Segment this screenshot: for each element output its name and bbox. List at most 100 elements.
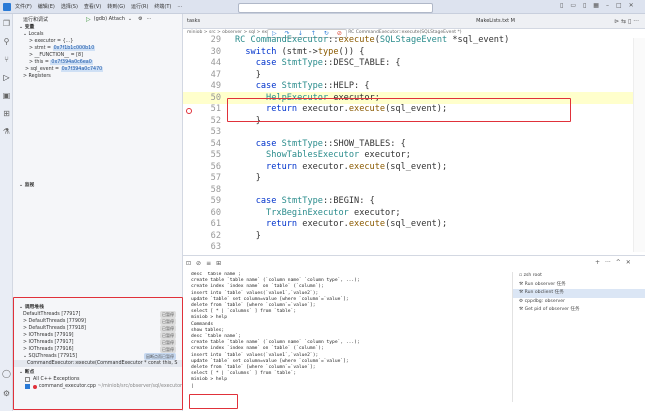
- layout-panel-icon[interactable]: ▭: [570, 2, 576, 9]
- var-value: 0x7f394a0c7470: [60, 67, 104, 72]
- locals-node[interactable]: ⌄ Locals: [13, 31, 182, 38]
- code-text: }: [235, 69, 261, 80]
- editor-tabs: tasks MakeLists.txt M ⊳ ⇆ ▯ ···: [183, 14, 645, 29]
- code-text: TrxBeginExecutor executor;: [266, 207, 401, 218]
- run-debug-icon[interactable]: ▷: [0, 68, 13, 86]
- more-icon[interactable]: ···: [605, 259, 611, 266]
- callstack-highlight-box: [13, 297, 183, 410]
- chevron-down-icon[interactable]: ⌄: [128, 16, 132, 22]
- code-text: return executor.execute(sql_event);: [266, 219, 448, 229]
- new-terminal-icon[interactable]: +: [595, 259, 600, 266]
- registers-label: Registers: [28, 74, 51, 79]
- tab-tasks[interactable]: tasks: [183, 18, 200, 24]
- editor-actions-icon[interactable]: ⊳ ⇆ ▯ ···: [614, 18, 639, 25]
- terminal-item[interactable]: ⚙ cppdbg: observer: [513, 298, 645, 307]
- terminal-item-label: cppdbg: observer: [524, 298, 565, 304]
- var-name: executor: [34, 39, 56, 44]
- sidebar-title: 运行和调试: [23, 16, 49, 23]
- line-number[interactable]: 63: [183, 241, 235, 254]
- code-text: case StmtType::HELP: {: [255, 81, 370, 91]
- account-icon[interactable]: ◯: [0, 364, 13, 382]
- minimize-icon[interactable]: –: [606, 2, 609, 9]
- var-name: this: [34, 60, 44, 65]
- var-value: 0x7f1b1c000b10: [52, 46, 96, 51]
- variables-section-header[interactable]: ⌄ 变量: [13, 24, 182, 31]
- terminal-item[interactable]: ▫ zsh root: [513, 272, 645, 281]
- filter-icon[interactable]: ≡: [206, 260, 211, 267]
- code-text: }: [235, 230, 261, 241]
- clear-icon[interactable]: ⊘: [196, 260, 201, 267]
- var-value: {...}: [62, 39, 74, 44]
- watch-title: 监视: [24, 183, 35, 188]
- command-input[interactable]: [238, 3, 433, 13]
- variables-title: 变量: [24, 25, 35, 30]
- split-icon[interactable]: ⊞: [216, 260, 221, 267]
- terminal-list: ▫ zsh root ⚒ Run observer 任务 ⚒ Run obcli…: [512, 272, 645, 402]
- panel-actions: + ··· ^ ✕: [595, 259, 631, 266]
- var-row[interactable]: > stmt = 0x7f1b1c000b10: [13, 45, 182, 52]
- sidebar-header: 运行和调试 ▷ (gdb) Attach ⌄ ⚙ ···: [13, 14, 182, 24]
- var-name: __FUNCTION__: [34, 53, 70, 58]
- menu-run[interactable]: 运行(R): [131, 3, 148, 10]
- debug-config-select[interactable]: (gdb) Attach: [94, 16, 125, 22]
- code-text: return executor.execute(sql_event);: [266, 161, 448, 172]
- code-highlight-box: [227, 98, 571, 122]
- terminal-item[interactable]: ⚒ Run observer 任务: [513, 281, 645, 290]
- code-text: case StmtType::SHOW_TABLES: {: [255, 138, 406, 149]
- config-gear-icon[interactable]: ⚙: [138, 16, 142, 22]
- testing-icon[interactable]: ⚗: [0, 122, 13, 140]
- terminal-item-label: Run obclient 任务: [524, 290, 564, 295]
- minimap[interactable]: [633, 38, 645, 252]
- close-icon[interactable]: ✕: [629, 2, 634, 9]
- var-value: [8]: [76, 53, 83, 58]
- terminal-highlight-box: [189, 394, 238, 409]
- window-controls: ▯ ▭ ▯ ▦ – □ ✕: [560, 2, 634, 9]
- close-panel-icon[interactable]: ✕: [626, 259, 631, 266]
- terminal-item[interactable]: ⚒ Get pid of observer 任务: [513, 306, 645, 315]
- menu-go[interactable]: 转到(G): [107, 3, 125, 10]
- menu-view[interactable]: 查看(V): [84, 3, 101, 10]
- code-text: switch (stmt->type()) {: [245, 46, 365, 57]
- terminal-item[interactable]: ⚒ Run obclient 任务: [513, 289, 645, 298]
- maximize-icon[interactable]: □: [616, 2, 622, 9]
- watch-section-header[interactable]: ⌄ 监视: [19, 182, 34, 189]
- menu-more[interactable]: ···: [177, 4, 182, 10]
- menu-selection[interactable]: 选择(S): [61, 3, 78, 10]
- layout-customize-icon[interactable]: ▦: [593, 2, 599, 9]
- remote-explorer-icon[interactable]: ▣: [0, 86, 13, 104]
- terminal-item-label: Run observer 任务: [524, 281, 566, 287]
- code-line[interactable]: 63: [183, 241, 633, 254]
- settings-gear-icon[interactable]: ⚙: [0, 384, 13, 402]
- code-text: case StmtType::BEGIN: {: [255, 196, 375, 206]
- start-debug-icon[interactable]: ▷: [86, 16, 91, 23]
- var-row[interactable]: > this = 0x7f394a0c6ea0: [13, 59, 182, 66]
- panel-icon[interactable]: ⊡: [186, 260, 191, 267]
- var-row[interactable]: > executor = {...}: [13, 38, 182, 45]
- explorer-icon[interactable]: ❐: [0, 14, 13, 32]
- vscode-logo-icon: [3, 2, 11, 11]
- terminal-output[interactable]: desc `table name`; create table `table na…: [191, 272, 501, 411]
- code-text: }: [235, 173, 261, 183]
- menu-bar: 文件(F) 编辑(E) 选择(S) 查看(V) 转到(G) 运行(R) 终端(T…: [15, 3, 188, 11]
- extensions-icon[interactable]: ⊞: [0, 104, 13, 122]
- layout-sidebar-icon[interactable]: ▯: [560, 2, 563, 9]
- terminal-item-label: Get pid of observer 任务: [524, 307, 580, 312]
- var-row[interactable]: > __FUNCTION__ = [8]: [13, 52, 182, 59]
- code-text: case StmtType::DESC_TABLE: {: [255, 58, 401, 68]
- breakpoint-indicator-icon[interactable]: [186, 108, 192, 114]
- menu-edit[interactable]: 编辑(E): [38, 3, 55, 10]
- layout-secondary-icon[interactable]: ▯: [583, 2, 586, 9]
- menu-terminal[interactable]: 终端(T): [154, 3, 171, 10]
- code-editor[interactable]: 29 RC CommandExecutor::execute(SQLStageEv…: [183, 35, 633, 254]
- var-row[interactable]: > sql_event = 0x7f394a0c7470: [13, 66, 182, 73]
- code-text: ShowTablesExecutor executor;: [266, 150, 411, 160]
- source-control-icon[interactable]: ⑂: [0, 50, 13, 68]
- panel-toolbar: ⊡ ⊘ ≡ ⊞: [186, 260, 221, 267]
- registers-node[interactable]: > Registers: [13, 73, 182, 80]
- collapse-icon[interactable]: ^: [616, 259, 621, 266]
- menu-file[interactable]: 文件(F): [15, 3, 32, 10]
- more-actions-icon[interactable]: ···: [147, 16, 152, 22]
- var-name: sql_event: [30, 67, 54, 72]
- search-icon[interactable]: ⚲: [0, 32, 13, 50]
- tab-cmakelists[interactable]: MakeLists.txt M: [476, 18, 515, 24]
